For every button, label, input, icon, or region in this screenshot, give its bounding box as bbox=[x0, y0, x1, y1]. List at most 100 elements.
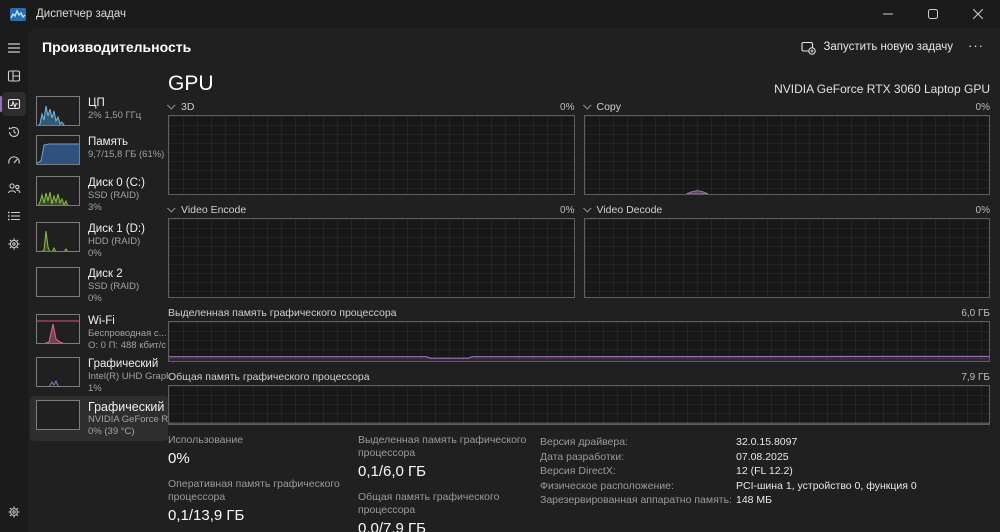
detail-label: Версия DirectX: bbox=[540, 465, 616, 477]
sidebar-item-gpu0[interactable]: Графический Intel(R) UHD Graph 1% bbox=[30, 353, 168, 398]
task-manager-app-icon bbox=[10, 7, 26, 21]
sidebar-item-title: ЦП bbox=[88, 97, 105, 109]
chart-current-value: 0% bbox=[560, 204, 575, 216]
gpu-detail-pane: GPU NVIDIA GeForce RTX 3060 Laptop GPU 3… bbox=[167, 68, 990, 532]
sidebar-item-sub2: 0% bbox=[88, 247, 102, 259]
close-icon bbox=[972, 9, 983, 19]
chart-shared-memory-header: Общая память графического процессора 7,9… bbox=[168, 370, 990, 384]
rail-item-startup-apps[interactable] bbox=[2, 148, 26, 172]
sidebar-item-sub: SSD (RAID) bbox=[88, 190, 140, 201]
hamburger-icon bbox=[8, 43, 20, 53]
more-options-button[interactable]: ··· bbox=[962, 36, 990, 59]
gpu-driver-details: Версия драйвера: 32.0.15.8097 Дата разра… bbox=[540, 434, 990, 532]
chart-title: Выделенная память графического процессор… bbox=[168, 307, 397, 319]
stat-dedicated-label: Выделенная память графического процессор… bbox=[358, 434, 527, 459]
close-button[interactable] bbox=[955, 0, 1000, 28]
maximize-icon bbox=[927, 9, 938, 19]
performance-icon bbox=[7, 98, 21, 110]
sidebar-item-title: Графический bbox=[88, 358, 159, 370]
gpu-pane-title: GPU bbox=[168, 72, 214, 95]
detail-label: Версия драйвера: bbox=[540, 436, 628, 448]
speedometer-icon bbox=[8, 156, 20, 164]
sidebar-item-sub2: 0% (39 °C) bbox=[88, 425, 135, 437]
sidebar-item-sub: SSD (RAID) bbox=[88, 281, 140, 292]
gpu0-thumbnail-chart bbox=[36, 357, 80, 387]
stat-shared-label: Общая память графического процессора bbox=[358, 491, 500, 516]
disk2-thumbnail-chart bbox=[36, 267, 80, 297]
sidebar-item-disk2[interactable]: Диск 2 SSD (RAID) 0% bbox=[30, 263, 168, 308]
sidebar-item-disk1[interactable]: Диск 1 (D:) HDD (RAID) 0% bbox=[30, 218, 168, 263]
detail-value: 12 (FL 12.2) bbox=[736, 465, 793, 477]
detail-row-driver-version: Версия драйвера: 32.0.15.8097 bbox=[540, 435, 990, 450]
sidebar-item-sub2: О: 0 П: 488 кбит/с bbox=[88, 339, 167, 351]
sidebar-item-title: Графический bbox=[88, 400, 165, 414]
detail-value: 07.08.2025 bbox=[736, 450, 789, 463]
chart-video-encode-plot bbox=[168, 218, 575, 298]
chart-copy-header[interactable]: Copy 0% bbox=[582, 100, 990, 114]
chart-3d-header[interactable]: 3D 0% bbox=[167, 100, 575, 114]
sidebar-item-sub2: 1% bbox=[88, 382, 102, 394]
maximize-button[interactable] bbox=[910, 0, 955, 28]
stat-gpu-ram-label: Оперативная память графического процессо… bbox=[168, 478, 340, 503]
window-title: Диспетчер задач bbox=[36, 8, 126, 20]
sidebar-item-sub: NVIDIA GeForce RT bbox=[88, 414, 168, 425]
sidebar-item-title: Диск 0 (C:) bbox=[88, 177, 145, 189]
run-new-task-button[interactable]: Запустить новую задачу bbox=[792, 35, 962, 60]
content-panel: Производительность Запустить новую задач… bbox=[28, 28, 1000, 532]
processes-icon bbox=[7, 70, 21, 82]
rail-item-users[interactable] bbox=[2, 176, 26, 200]
sidebar-item-sub: Intel(R) UHD Graph bbox=[88, 371, 168, 382]
sidebar-item-sub: HDD (RAID) bbox=[88, 236, 141, 247]
detail-row-reserved-memory: Зарезервированная аппаратно память: 148 … bbox=[540, 493, 990, 508]
chart-dedicated-memory-header: Выделенная память графического процессор… bbox=[168, 306, 990, 320]
stat-dedicated-value: 0,1/6,0 ГБ bbox=[358, 463, 427, 480]
sidebar-item-cpu[interactable]: ЦП 2% 1,50 ГГц bbox=[30, 92, 168, 130]
chart-max-value: 7,9 ГБ bbox=[961, 371, 990, 383]
gpu-stats: Использование 0% Оперативная память граф… bbox=[168, 434, 990, 532]
chart-dedicated-memory-plot bbox=[168, 321, 990, 362]
chevron-down-icon bbox=[167, 101, 176, 110]
disk1-thumbnail-chart bbox=[36, 222, 80, 252]
rail-item-app-history[interactable] bbox=[2, 120, 26, 144]
chart-max-value: 6,0 ГБ bbox=[961, 307, 990, 319]
sidebar-item-sub2: 0% bbox=[88, 292, 102, 304]
detail-value: 148 МБ bbox=[736, 494, 773, 506]
chart-copy-plot bbox=[583, 115, 990, 195]
sidebar-item-memory[interactable]: Память 9,7/15,8 ГБ (61%) bbox=[30, 131, 168, 169]
run-new-task-icon bbox=[801, 41, 817, 55]
chart-copy: Copy 0% bbox=[582, 100, 990, 195]
sidebar-item-sub: 9,7/15,8 ГБ (61%) bbox=[88, 149, 165, 160]
detail-row-physical-location: Физическое расположение: PCI-шина 1, уст… bbox=[540, 479, 990, 494]
chart-3d-plot bbox=[168, 115, 575, 195]
chevron-down-icon bbox=[167, 204, 176, 213]
history-clock-icon bbox=[8, 126, 20, 138]
chart-video-decode: Video Decode 0% bbox=[582, 203, 990, 298]
users-icon bbox=[7, 183, 21, 194]
chart-3d: 3D 0% bbox=[167, 100, 575, 195]
menu-button[interactable] bbox=[2, 36, 26, 60]
rail-item-performance[interactable] bbox=[0, 92, 26, 116]
rail-item-processes[interactable] bbox=[2, 64, 26, 88]
chart-dedicated-memory: Выделенная память графического процессор… bbox=[168, 306, 990, 362]
disk0-thumbnail-chart bbox=[36, 176, 80, 206]
rail-item-details[interactable] bbox=[2, 204, 26, 228]
cpu-thumbnail-chart bbox=[36, 96, 80, 126]
chart-video-encode-header[interactable]: Video Encode 0% bbox=[167, 203, 575, 217]
stat-usage-label: Использование bbox=[168, 434, 244, 446]
gpu1-thumbnail-chart bbox=[36, 400, 80, 430]
sidebar-item-wifi[interactable]: Wi-Fi Беспроводная с... О: 0 П: 488 кбит… bbox=[30, 310, 168, 355]
rail-item-services[interactable] bbox=[2, 232, 26, 256]
detail-label: Физическое расположение: bbox=[540, 479, 674, 492]
chart-title: 3D bbox=[181, 101, 195, 113]
sidebar-item-title: Wi-Fi bbox=[88, 315, 115, 327]
page-title: Производительность bbox=[42, 39, 192, 55]
sidebar-item-disk0[interactable]: Диск 0 (C:) SSD (RAID) 3% bbox=[30, 172, 168, 217]
detail-row-directx-version: Версия DirectX: 12 (FL 12.2) bbox=[540, 464, 990, 479]
chart-video-decode-header[interactable]: Video Decode 0% bbox=[582, 203, 990, 217]
minimize-button[interactable] bbox=[865, 0, 910, 28]
chart-current-value: 0% bbox=[975, 101, 990, 113]
chart-video-encode: Video Encode 0% bbox=[167, 203, 575, 298]
settings-button[interactable] bbox=[2, 500, 26, 524]
chevron-down-icon bbox=[582, 204, 592, 213]
sidebar-item-gpu1-selected[interactable]: Графический NVIDIA GeForce RT 0% (39 °C) bbox=[30, 396, 168, 441]
